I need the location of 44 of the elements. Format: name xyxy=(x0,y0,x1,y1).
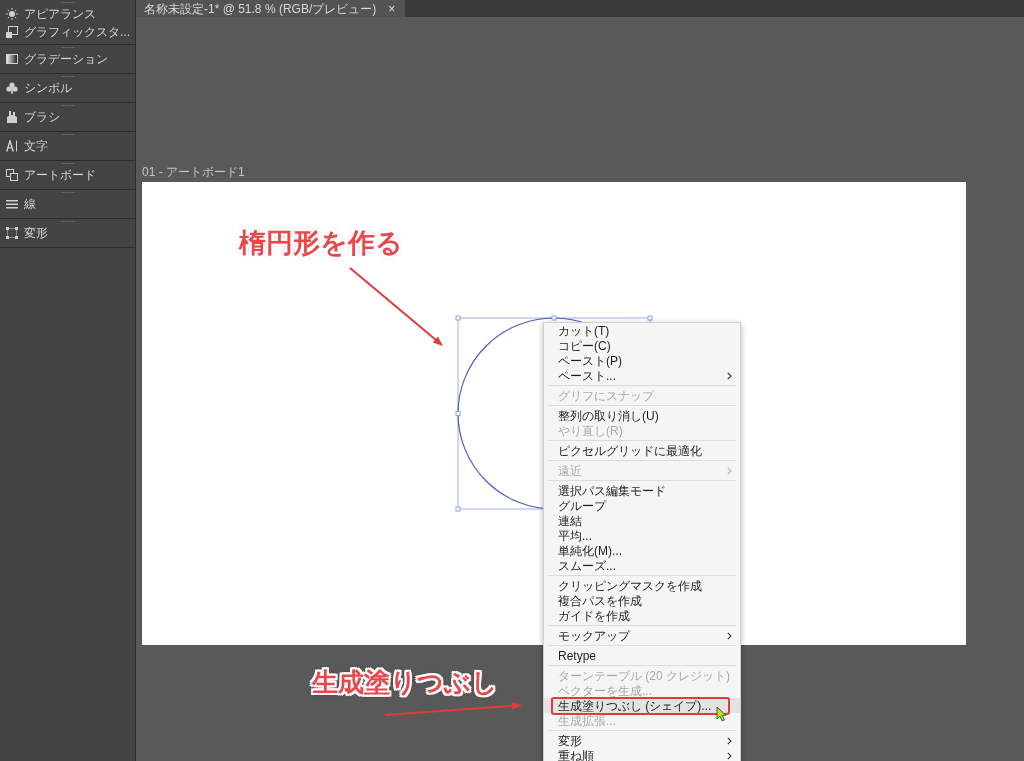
sun-icon xyxy=(6,8,18,20)
menu-item[interactable]: 重ね順 xyxy=(544,748,740,761)
document-tab[interactable]: 名称未設定-1* @ 51.8 % (RGB/プレビュー) × xyxy=(136,0,406,17)
panel-item[interactable]: アピアランス xyxy=(0,5,135,23)
menu-item[interactable]: クリッピングマスクを作成 xyxy=(544,578,740,593)
panel-item[interactable]: ブラシ xyxy=(0,108,135,126)
menu-item[interactable]: 生成塗りつぶし (シェイプ)... xyxy=(544,698,740,713)
mouse-pointer-icon xyxy=(716,706,727,722)
menu-item[interactable]: スムーズ... xyxy=(544,558,740,573)
squares-icon xyxy=(6,26,18,38)
panel-item[interactable]: グラデーション xyxy=(0,50,135,68)
lines-icon xyxy=(6,198,18,210)
dotted-square-icon xyxy=(6,227,18,239)
menu-item[interactable]: 連結 xyxy=(544,513,740,528)
menu-item[interactable]: グループ xyxy=(544,498,740,513)
menu-item[interactable]: コピー(C) xyxy=(544,338,740,353)
menu-item[interactable]: ピクセルグリッドに最適化 xyxy=(544,443,740,458)
menu-item[interactable]: 整列の取り消し(U) xyxy=(544,408,740,423)
panel-item[interactable]: 文字 xyxy=(0,137,135,155)
gradient-swatch-icon xyxy=(6,53,18,65)
overlapping-squares-icon xyxy=(6,169,18,181)
menu-item[interactable]: 単純化(M)... xyxy=(544,543,740,558)
panel-item[interactable]: 線 xyxy=(0,195,135,213)
menu-item[interactable]: 複合パスを作成 xyxy=(544,593,740,608)
menu-item[interactable]: Retype xyxy=(544,648,740,663)
brush-icon xyxy=(6,111,18,123)
menu-item[interactable]: 平均... xyxy=(544,528,740,543)
menu-item[interactable]: モックアップ xyxy=(544,628,740,643)
panel-item[interactable]: シンボル xyxy=(0,79,135,97)
menu-item[interactable]: ペースト(P) xyxy=(544,353,740,368)
letter-a-icon xyxy=(6,140,18,152)
menu-item[interactable]: カット(T) xyxy=(544,323,740,338)
annotation-text: 生成塗りつぶし xyxy=(312,669,498,695)
close-button[interactable]: × xyxy=(386,2,398,15)
menu-item[interactable]: ペースト... xyxy=(544,368,740,383)
menu-item[interactable]: 選択パス編集モード xyxy=(544,483,740,498)
menu-item[interactable]: 変形 xyxy=(544,733,740,748)
panel-item[interactable]: 変形 xyxy=(0,224,135,242)
club-icon xyxy=(6,82,18,94)
panel-item[interactable]: グラフィックスタ... xyxy=(0,23,135,41)
annotation-text: 楕円形を作る xyxy=(239,230,403,257)
panel-item[interactable]: アートボード xyxy=(0,166,135,184)
menu-item[interactable]: ガイドを作成 xyxy=(544,608,740,623)
artboard-label: 01 - アートボード1 xyxy=(142,166,245,178)
